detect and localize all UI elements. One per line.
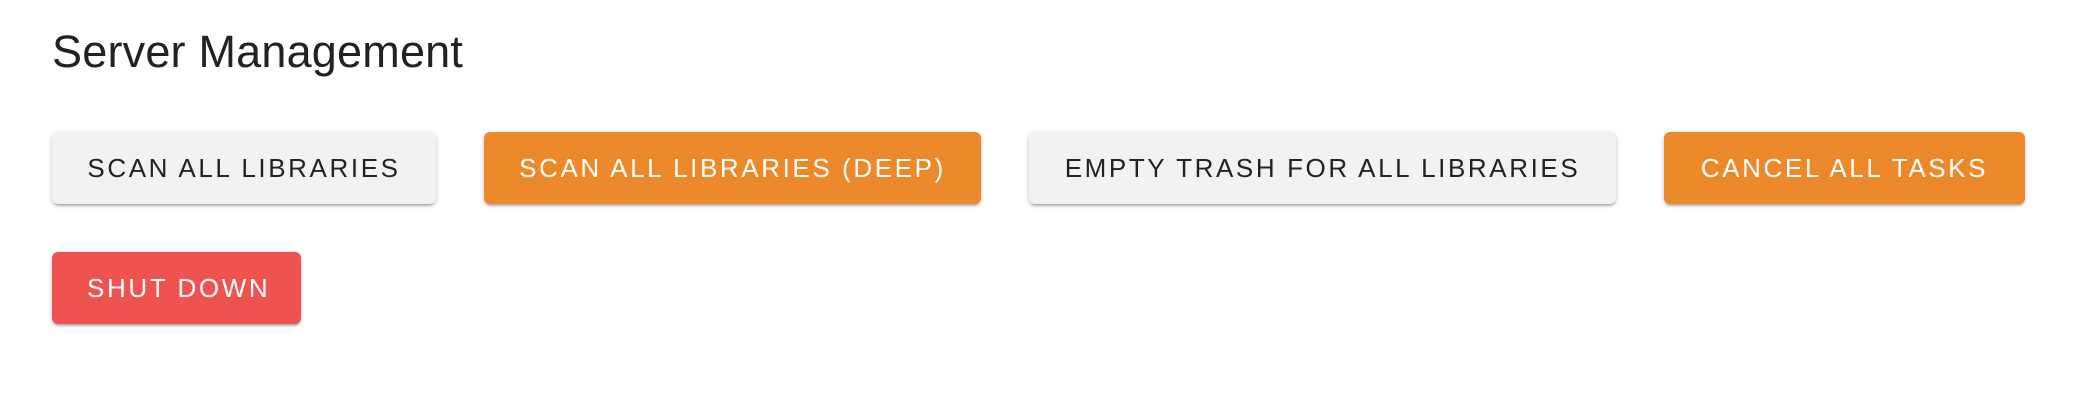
server-actions: SCAN ALL LIBRARIES SCAN ALL LIBRARIES (D… bbox=[52, 132, 2042, 324]
cancel-all-tasks-button[interactable]: CANCEL ALL TASKS bbox=[1664, 132, 2025, 204]
shut-down-button[interactable]: SHUT DOWN bbox=[52, 252, 301, 324]
server-management-section: Server Management SCAN ALL LIBRARIES SCA… bbox=[0, 0, 2084, 414]
page-title: Server Management bbox=[52, 26, 464, 77]
empty-trash-all-libraries-button[interactable]: EMPTY TRASH FOR ALL LIBRARIES bbox=[1029, 132, 1616, 204]
scan-all-libraries-deep-button[interactable]: SCAN ALL LIBRARIES (DEEP) bbox=[484, 132, 981, 204]
scan-all-libraries-button[interactable]: SCAN ALL LIBRARIES bbox=[52, 132, 436, 204]
